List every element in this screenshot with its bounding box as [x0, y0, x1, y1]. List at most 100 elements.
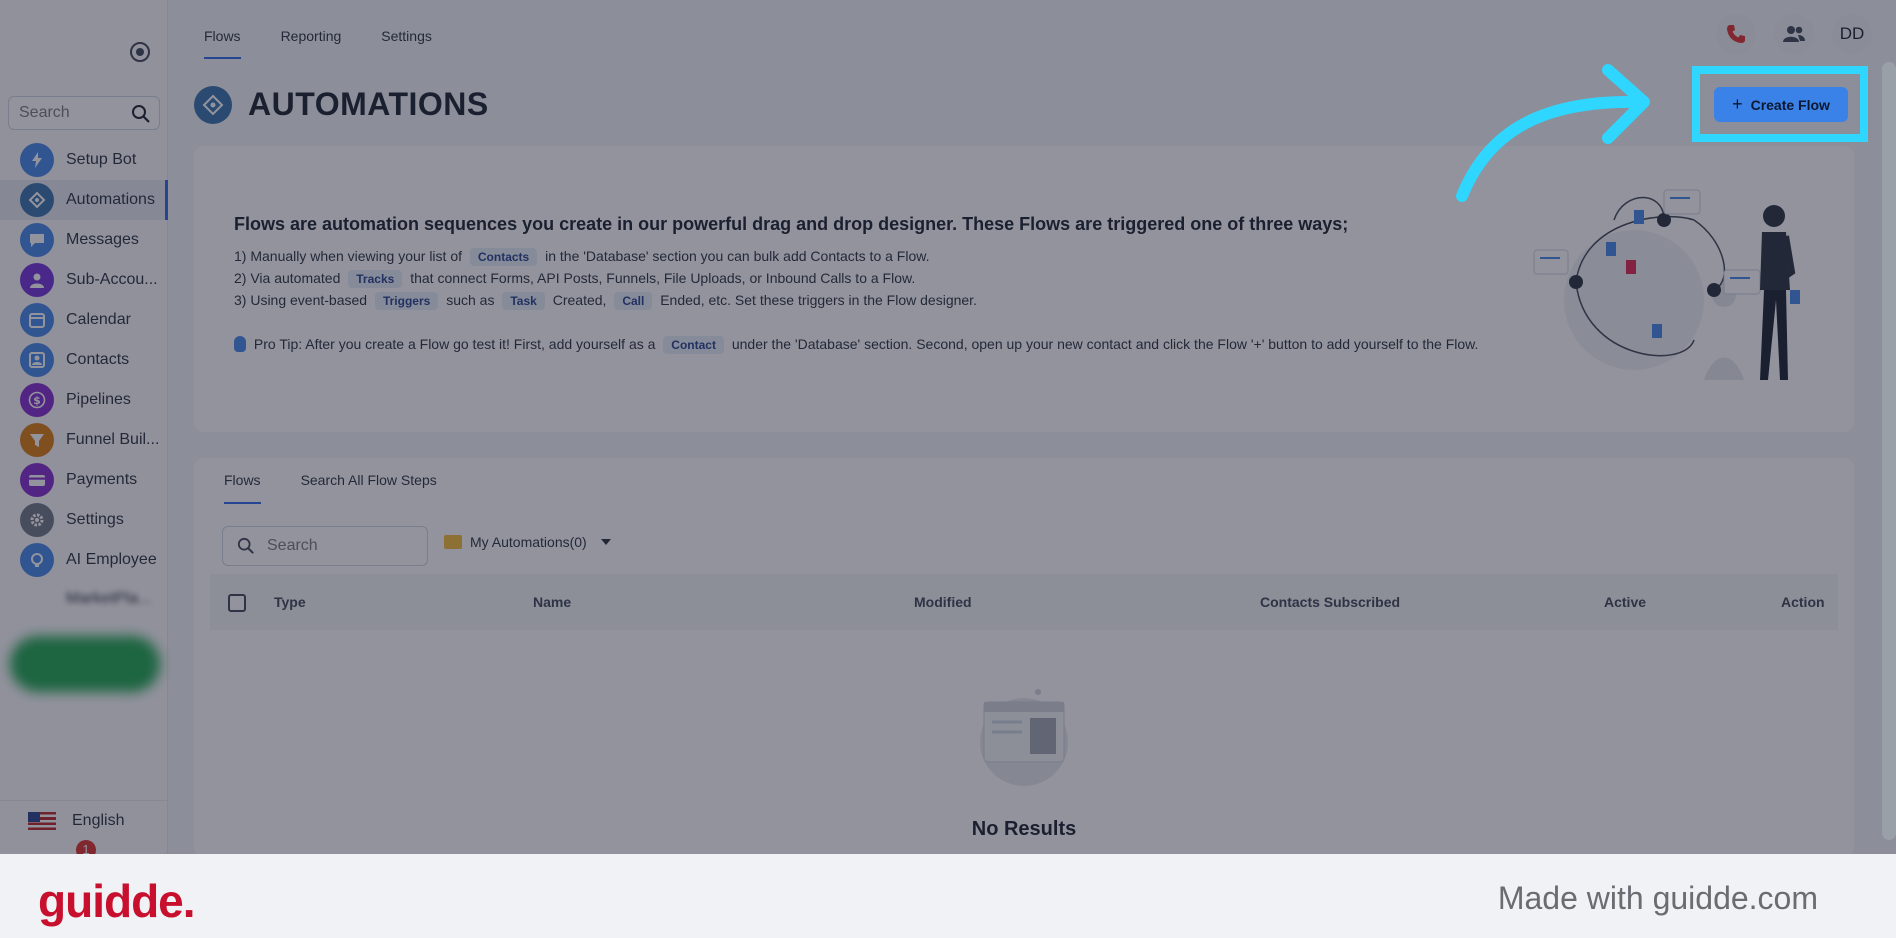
- calendar-icon: [20, 303, 54, 337]
- folder-label: My Automations(0): [470, 534, 587, 550]
- scrollbar[interactable]: [1882, 62, 1896, 840]
- sidebar-item-settings[interactable]: Settings: [0, 500, 168, 540]
- tab-settings[interactable]: Settings: [381, 0, 432, 60]
- card-icon: [20, 463, 54, 497]
- column-active[interactable]: Active: [1604, 594, 1646, 610]
- radio-toggle-icon[interactable]: [130, 42, 150, 62]
- tracks-chip[interactable]: Tracks: [348, 270, 403, 288]
- folder-dropdown[interactable]: My Automations(0): [444, 534, 611, 550]
- sidebar-item-label: Setup Bot: [66, 151, 137, 168]
- footer: guidde. Made with guidde.com: [0, 854, 1896, 938]
- info-text: under the 'Database' section. Second, op…: [731, 336, 1479, 352]
- sidebar-item-calendar[interactable]: Calendar: [0, 300, 168, 340]
- info-text: Created,: [552, 292, 607, 308]
- tab-flows-list[interactable]: Flows: [224, 458, 261, 506]
- gear-icon: [20, 503, 54, 537]
- info-text: that connect Forms, API Posts, Funnels, …: [410, 270, 916, 286]
- sidebar-item-automations[interactable]: Automations: [0, 180, 168, 220]
- info-text: Pro Tip: After you create a Flow go test…: [253, 336, 656, 352]
- sidebar-item-label: AI Employee: [66, 551, 157, 568]
- flows-search-input[interactable]: [267, 537, 417, 555]
- info-text: 2) Via automated: [234, 270, 341, 286]
- sidebar-item-payments[interactable]: Payments: [0, 460, 168, 500]
- funnel-icon: [20, 423, 54, 457]
- flows-card: Flows Search All Flow Steps My Automatio…: [194, 458, 1854, 858]
- info-line-1: 1) Manually when viewing your list of Co…: [234, 248, 929, 266]
- info-heading: Flows are automation sequences you creat…: [234, 214, 1349, 234]
- plus-icon: +: [1732, 94, 1743, 114]
- team-button[interactable]: [1774, 14, 1814, 54]
- column-contacts-subscribed[interactable]: Contacts Subscribed: [1260, 594, 1400, 610]
- info-text: such as: [446, 292, 495, 308]
- select-all-checkbox[interactable]: [228, 594, 246, 612]
- task-chip[interactable]: Task: [502, 292, 545, 310]
- ai-icon: [20, 543, 54, 577]
- sidebar-item-label: Automations: [66, 191, 155, 208]
- blurred-action-button[interactable]: [10, 636, 160, 692]
- info-text: 1) Manually when viewing your list of: [234, 248, 462, 264]
- user-icon: [20, 263, 54, 297]
- column-modified[interactable]: Modified: [914, 594, 972, 610]
- users-icon: [1783, 26, 1805, 42]
- lightning-icon: [20, 143, 54, 177]
- tab-reporting[interactable]: Reporting: [281, 0, 342, 60]
- automation-icon: [194, 86, 232, 124]
- sidebar-item-ai-employee[interactable]: AI Employee: [0, 540, 168, 580]
- us-flag-icon: [28, 811, 56, 830]
- info-line-2: 2) Via automated Tracks that connect For…: [234, 270, 915, 288]
- sidebar-item-contacts[interactable]: Contacts: [0, 340, 168, 380]
- sidebar-item-messages[interactable]: Messages: [0, 220, 168, 260]
- sidebar: Setup Bot Automations Messages Sub-Accou…: [0, 0, 168, 860]
- language-label: English: [72, 811, 125, 829]
- sidebar-item-label: Calendar: [66, 311, 131, 328]
- empty-state-text: No Results: [971, 818, 1077, 840]
- avatar[interactable]: DD: [1832, 14, 1872, 54]
- create-flow-button[interactable]: + Create Flow: [1714, 87, 1848, 122]
- call-chip[interactable]: Call: [614, 292, 653, 310]
- folder-icon: [444, 535, 462, 549]
- top-tabs: Flows Reporting Settings: [204, 0, 472, 60]
- sidebar-item-label: Pipelines: [66, 391, 131, 408]
- create-flow-label: Create Flow: [1750, 96, 1830, 113]
- info-text: Ended, etc. Set these triggers in the Fl…: [660, 292, 977, 308]
- sidebar-item-label: MarketPla...: [66, 590, 152, 607]
- tab-flows[interactable]: Flows: [204, 0, 241, 60]
- column-type[interactable]: Type: [274, 594, 306, 610]
- made-with-text: Made with guidde.com: [1497, 880, 1818, 916]
- search-icon[interactable]: [131, 104, 151, 124]
- sidebar-search[interactable]: [8, 96, 160, 130]
- triggers-chip[interactable]: Triggers: [374, 292, 439, 310]
- flows-search[interactable]: [222, 526, 428, 566]
- sidebar-item-label: Sub-Accou...: [66, 271, 158, 288]
- sidebar-item-label: Funnel Buil...: [66, 431, 160, 448]
- sidebar-item-label: Payments: [66, 471, 138, 488]
- caret-down-icon: [600, 539, 611, 545]
- language-selector[interactable]: English: [0, 800, 168, 840]
- dollar-icon: $: [20, 383, 54, 417]
- empty-state-illustration: [980, 689, 1068, 786]
- sidebar-item-funnel-builder[interactable]: Funnel Buil...: [0, 420, 168, 460]
- column-name[interactable]: Name: [533, 594, 571, 610]
- sidebar-search-input[interactable]: [19, 104, 129, 122]
- sidebar-item-label: Messages: [66, 231, 139, 248]
- contact-chip[interactable]: Contact: [663, 336, 724, 354]
- contacts-chip[interactable]: Contacts: [469, 248, 538, 266]
- sidebar-item-label: Contacts: [66, 351, 130, 368]
- column-action: Action: [1781, 594, 1825, 610]
- info-line-3: 3) Using event-based Triggers such as Ta…: [234, 292, 977, 310]
- tab-search-flow-steps[interactable]: Search All Flow Steps: [301, 458, 437, 506]
- phone-icon: [1727, 25, 1745, 43]
- phone-button[interactable]: [1716, 14, 1756, 54]
- sidebar-item-sub-accounts[interactable]: Sub-Accou...: [0, 260, 168, 300]
- sidebar-item-marketplace[interactable]: MarketPla...: [20, 590, 160, 616]
- sidebar-item-pipelines[interactable]: $ Pipelines: [0, 380, 168, 420]
- contacts-icon: [20, 343, 54, 377]
- lightbulb-icon: [234, 336, 246, 352]
- guidde-logo: guidde.: [38, 875, 196, 927]
- page-title: AUTOMATIONS: [248, 86, 489, 122]
- chat-icon: [20, 223, 54, 257]
- svg-text:$: $: [33, 394, 41, 407]
- sidebar-item-label: Settings: [66, 511, 124, 528]
- header-actions: DD: [1716, 14, 1872, 54]
- sidebar-item-setup-bot[interactable]: Setup Bot: [0, 140, 168, 180]
